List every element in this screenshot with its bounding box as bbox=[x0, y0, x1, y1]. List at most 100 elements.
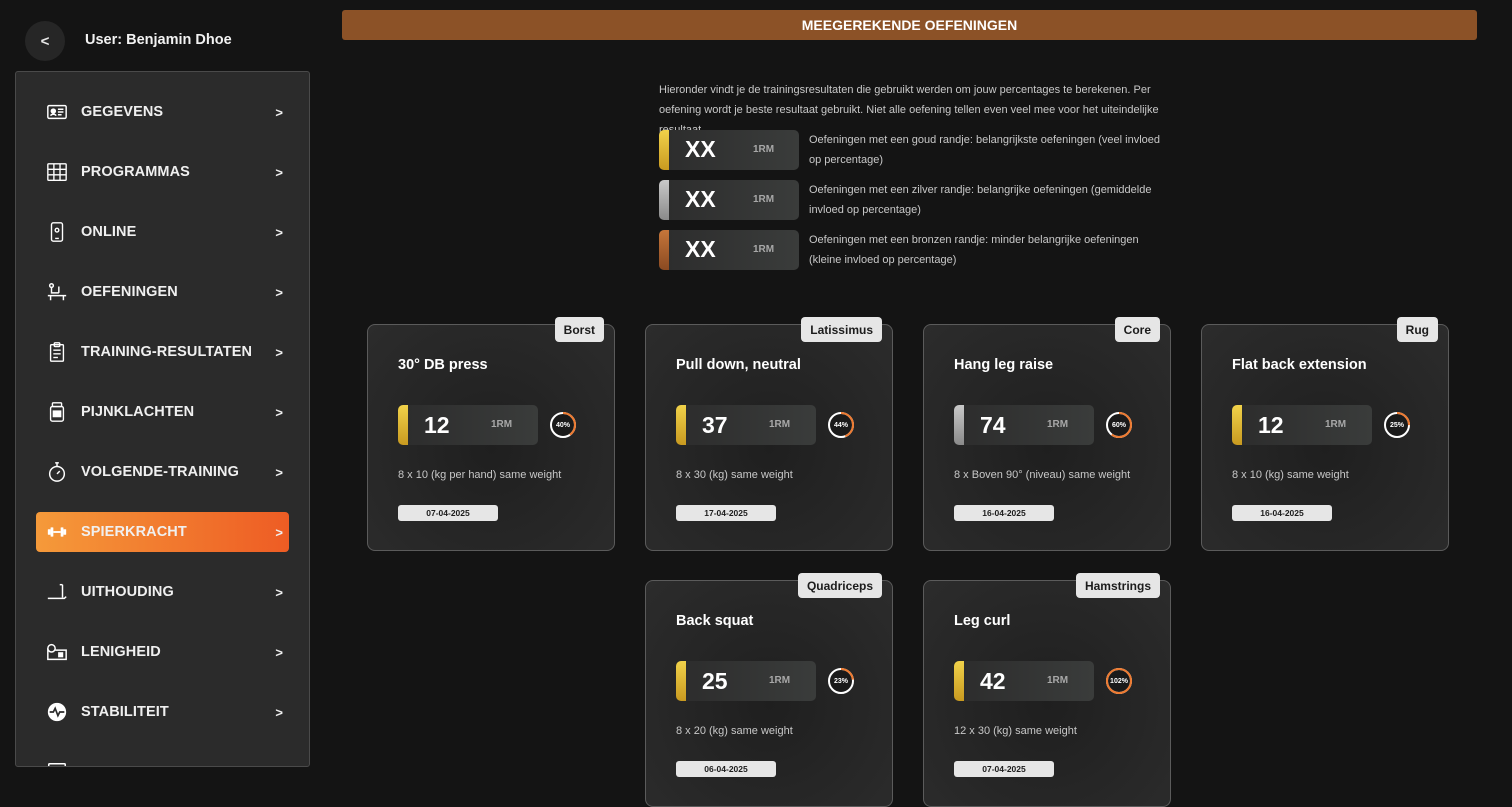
sidebar-item-stabiliteit[interactable]: STABILITEIT > bbox=[36, 692, 289, 732]
one-rep-max-unit: 1RM bbox=[491, 419, 513, 430]
percentage-ring: 102% bbox=[1105, 667, 1133, 695]
chevron-right-icon: > bbox=[275, 464, 283, 480]
one-rep-max-value: 42 bbox=[980, 668, 1006, 694]
exercise-name: Hang leg raise bbox=[954, 357, 1054, 373]
chevron-right-icon: > bbox=[275, 704, 283, 720]
exercise-card[interactable]: Hamstrings Leg curl 42 1RM 102% 12 x 30 (kg) … bbox=[923, 573, 1171, 807]
one-rep-max-unit: 1RM bbox=[1047, 675, 1069, 686]
one-rep-max-badge: 25 1RM bbox=[676, 661, 816, 701]
exercise-name: Back squat bbox=[676, 613, 754, 629]
sidebar-item-label: LENIGHEID bbox=[81, 644, 161, 660]
sidebar: GEGEVENS > PROGRAMMAS > ONLINE > OEFENIN… bbox=[15, 71, 310, 767]
sidebar-item-label: SPIERKRACHT bbox=[81, 524, 187, 540]
back-button[interactable]: < bbox=[25, 21, 65, 61]
one-rep-max-badge: 12 1RM bbox=[398, 405, 538, 445]
set-details: 8 x 30 (kg) same weight bbox=[676, 469, 793, 481]
percentage-label: 40% bbox=[555, 421, 570, 429]
date-badge: 07-04-2025 bbox=[398, 505, 498, 521]
treadmill-icon bbox=[45, 580, 69, 604]
gold-stripe bbox=[676, 405, 686, 445]
set-details: 12 x 30 (kg) same weight bbox=[954, 725, 1077, 737]
sidebar-item-oefeningen[interactable]: OEFENINGEN > bbox=[36, 272, 289, 312]
sidebar-item-volgende-training[interactable]: VOLGENDE-TRAINING > bbox=[36, 452, 289, 492]
one-rep-max-unit: 1RM bbox=[769, 675, 791, 686]
sidebar-item-partial[interactable] bbox=[36, 752, 289, 766]
sidebar-item-label: OEFENINGEN bbox=[81, 284, 178, 300]
one-rep-max-unit: 1RM bbox=[1047, 419, 1069, 430]
sidebar-item-programmas[interactable]: PROGRAMMAS > bbox=[36, 152, 289, 192]
legend-value: XX bbox=[685, 136, 716, 162]
one-rep-max-badge: 12 1RM bbox=[1232, 405, 1372, 445]
percentage-ring: 44% bbox=[827, 411, 855, 439]
silver-stripe bbox=[659, 180, 669, 220]
exercise-name: 30° DB press bbox=[398, 357, 488, 373]
pulse-icon bbox=[45, 700, 69, 724]
legend-badge: XX 1RM bbox=[659, 230, 799, 270]
chevron-right-icon: > bbox=[275, 284, 283, 300]
one-rep-max-value: 12 bbox=[1258, 412, 1284, 438]
muscle-group-tag: Hamstrings bbox=[1075, 573, 1160, 598]
date-badge: 06-04-2025 bbox=[676, 761, 776, 777]
exercise-card[interactable]: Borst 30° DB press 12 1RM 40% 8 x 10 (kg per … bbox=[367, 317, 615, 551]
chevron-right-icon: > bbox=[275, 104, 283, 120]
sidebar-item-pijnklachten[interactable]: PIJNKLACHTEN > bbox=[36, 392, 289, 432]
page-title: MEEGEREKENDE OEFENINGEN bbox=[342, 10, 1477, 40]
exercise-card[interactable]: Latissimus Pull down, neutral 37 1RM 44% 8 x … bbox=[645, 317, 893, 551]
set-details: 8 x Boven 90° (niveau) same weight bbox=[954, 469, 1131, 481]
sidebar-item-label: VOLGENDE-TRAINING bbox=[81, 464, 239, 480]
one-rep-max-value: 12 bbox=[424, 412, 450, 438]
exercise-name: Flat back extension bbox=[1232, 357, 1367, 373]
exercise-card[interactable]: Core Hang leg raise 74 1RM 60% 8 x Boven 90° … bbox=[923, 317, 1171, 551]
sidebar-item-label: ONLINE bbox=[81, 224, 137, 240]
sidebar-item-gegevens[interactable]: GEGEVENS > bbox=[36, 92, 289, 132]
muscle-group-tag: Borst bbox=[554, 317, 604, 342]
exercise-name: Pull down, neutral bbox=[676, 357, 801, 373]
medicine-jar-icon bbox=[45, 400, 69, 424]
sidebar-item-spierkracht[interactable]: SPIERKRACHT > bbox=[36, 512, 289, 552]
chevron-right-icon: > bbox=[275, 344, 283, 360]
percentage-label: 23% bbox=[833, 677, 848, 685]
sidebar-item-label: UITHOUDING bbox=[81, 584, 174, 600]
one-rep-max-value: 25 bbox=[702, 668, 728, 694]
gold-stripe bbox=[398, 405, 408, 445]
sidebar-item-uithouding[interactable]: UITHOUDING > bbox=[36, 572, 289, 612]
percentage-label: 44% bbox=[833, 421, 848, 429]
exercise-name: Leg curl bbox=[954, 613, 1011, 629]
legend-badge: XX 1RM bbox=[659, 180, 799, 220]
stopwatch-icon bbox=[45, 460, 69, 484]
user-label: User: Benjamin Dhoe bbox=[85, 32, 232, 48]
sidebar-item-label: STABILITEIT bbox=[81, 704, 169, 720]
set-details: 8 x 10 (kg per hand) same weight bbox=[398, 469, 562, 481]
percentage-label: 102% bbox=[1110, 677, 1128, 685]
chevron-right-icon: > bbox=[275, 584, 283, 600]
chevron-right-icon: > bbox=[275, 224, 283, 240]
legend-unit: 1RM bbox=[753, 144, 775, 155]
percentage-ring: 60% bbox=[1105, 411, 1133, 439]
date-badge: 16-04-2025 bbox=[1232, 505, 1332, 521]
one-rep-max-unit: 1RM bbox=[769, 419, 791, 430]
sidebar-item-online[interactable]: ONLINE > bbox=[36, 212, 289, 252]
set-details: 8 x 20 (kg) same weight bbox=[676, 725, 793, 737]
percentage-ring: 40% bbox=[549, 411, 577, 439]
legend-text: Oefeningen met een zilver randje: belang… bbox=[809, 184, 1152, 216]
percentage-ring: 23% bbox=[827, 667, 855, 695]
legend-text: Oefeningen met een goud randje: belangri… bbox=[809, 134, 1161, 166]
partial-icon bbox=[45, 760, 69, 766]
sidebar-item-training-resultaten[interactable]: TRAINING-RESULTATEN > bbox=[36, 332, 289, 372]
sidebar-item-lenigheid[interactable]: LENIGHEID > bbox=[36, 632, 289, 672]
bronze-stripe bbox=[659, 230, 669, 270]
date-badge: 16-04-2025 bbox=[954, 505, 1054, 521]
date-badge: 07-04-2025 bbox=[954, 761, 1054, 777]
chevron-right-icon: > bbox=[275, 644, 283, 660]
legend-bronze: XX 1RM Oefeningen met een bronzen randje… bbox=[659, 230, 1169, 270]
one-rep-max-badge: 74 1RM bbox=[954, 405, 1094, 445]
exercise-card[interactable]: Quadriceps Back squat 25 1RM 23% 8 x 20 (kg) … bbox=[645, 573, 893, 807]
chevron-right-icon: > bbox=[275, 164, 283, 180]
bench-press-icon bbox=[45, 280, 69, 304]
gold-stripe bbox=[659, 130, 669, 170]
sidebar-item-label: GEGEVENS bbox=[81, 104, 164, 120]
chevron-right-icon: > bbox=[275, 404, 283, 420]
exercise-card[interactable]: Rug Flat back extension 12 1RM 25% 8 x 10 (kg… bbox=[1201, 317, 1449, 551]
one-rep-max-badge: 37 1RM bbox=[676, 405, 816, 445]
sidebar-item-label: PROGRAMMAS bbox=[81, 164, 190, 180]
